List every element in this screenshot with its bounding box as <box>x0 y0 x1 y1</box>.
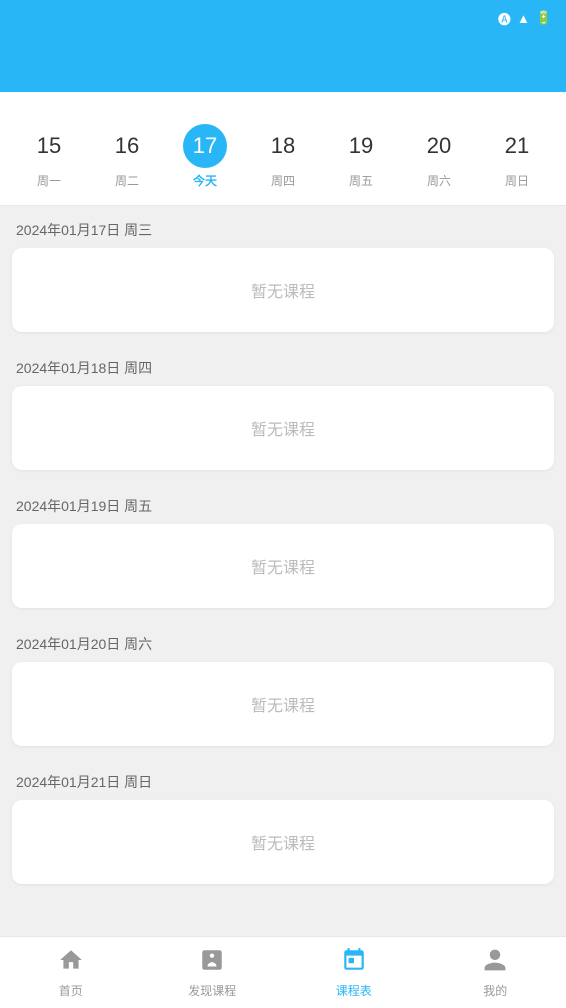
day-item-18[interactable]: 18 周四 <box>255 124 311 189</box>
day-number: 15 <box>27 124 71 168</box>
day-item-19[interactable]: 19 周五 <box>333 124 389 189</box>
date-header: 2024年01月21日 周日 <box>0 758 566 800</box>
nav-label: 首页 <box>59 982 83 999</box>
day-item-15[interactable]: 15 周一 <box>21 124 77 189</box>
profile-icon <box>482 947 508 978</box>
app-header <box>0 36 566 92</box>
nav-item-我的[interactable]: 我的 <box>425 947 566 999</box>
no-course-label: 暂无课程 <box>251 836 315 853</box>
day-number: 16 <box>105 124 149 168</box>
day-label: 周五 <box>349 172 373 189</box>
home-icon <box>58 947 84 978</box>
course-card: 暂无课程 <box>12 662 554 746</box>
day-label: 周一 <box>37 172 61 189</box>
schedule-icon <box>341 947 367 978</box>
day-label: 周六 <box>427 172 451 189</box>
no-course-label: 暂无课程 <box>251 422 315 439</box>
year-week-label <box>0 92 566 116</box>
day-number: 20 <box>417 124 461 168</box>
date-header: 2024年01月20日 周六 <box>0 620 566 662</box>
day-number: 18 <box>261 124 305 168</box>
day-label: 今天 <box>193 172 217 189</box>
day-number: 21 <box>495 124 539 168</box>
nav-label: 发现课程 <box>188 982 236 999</box>
discover-icon <box>199 947 225 978</box>
no-course-label: 暂无课程 <box>251 560 315 577</box>
day-item-17[interactable]: 17 今天 <box>177 124 233 189</box>
date-section: 2024年01月19日 周五暂无课程 <box>0 482 566 608</box>
status-icons: 🅐 ▲ 🔋 <box>498 9 552 28</box>
course-card: 暂无课程 <box>12 800 554 884</box>
date-header: 2024年01月17日 周三 <box>0 206 566 248</box>
nav-item-发现课程[interactable]: 发现课程 <box>142 947 284 999</box>
nav-label: 课程表 <box>336 982 372 999</box>
week-selector: 15 周一 16 周二 17 今天 18 周四 19 周五 20 周六 21 周日 <box>0 116 566 206</box>
status-bar: 🅐 ▲ 🔋 <box>0 0 566 36</box>
date-header: 2024年01月19日 周五 <box>0 482 566 524</box>
date-header: 2024年01月18日 周四 <box>0 344 566 386</box>
day-number: 19 <box>339 124 383 168</box>
nav-item-课程表[interactable]: 课程表 <box>283 947 425 999</box>
battery-icon: 🔋 <box>536 10 552 26</box>
date-section: 2024年01月18日 周四暂无课程 <box>0 344 566 470</box>
day-label: 周日 <box>505 172 529 189</box>
nav-label: 我的 <box>483 982 507 999</box>
course-card: 暂无课程 <box>12 248 554 332</box>
day-item-20[interactable]: 20 周六 <box>411 124 467 189</box>
date-section: 2024年01月20日 周六暂无课程 <box>0 620 566 746</box>
course-card: 暂无课程 <box>12 386 554 470</box>
no-course-label: 暂无课程 <box>251 698 315 715</box>
day-item-16[interactable]: 16 周二 <box>99 124 155 189</box>
date-section: 2024年01月17日 周三暂无课程 <box>0 206 566 332</box>
course-card: 暂无课程 <box>12 524 554 608</box>
content-area: 2024年01月17日 周三暂无课程2024年01月18日 周四暂无课程2024… <box>0 206 566 976</box>
day-label: 周四 <box>271 172 295 189</box>
day-label: 周二 <box>115 172 139 189</box>
day-number: 17 <box>183 124 227 168</box>
day-item-21[interactable]: 21 周日 <box>489 124 545 189</box>
notification-icon: 🅐 <box>498 9 511 28</box>
bottom-nav: 首页 发现课程 课程表 我的 <box>0 936 566 1008</box>
nav-item-首页[interactable]: 首页 <box>0 947 142 999</box>
wifi-icon: ▲ <box>517 11 530 26</box>
date-section: 2024年01月21日 周日暂无课程 <box>0 758 566 884</box>
no-course-label: 暂无课程 <box>251 284 315 301</box>
